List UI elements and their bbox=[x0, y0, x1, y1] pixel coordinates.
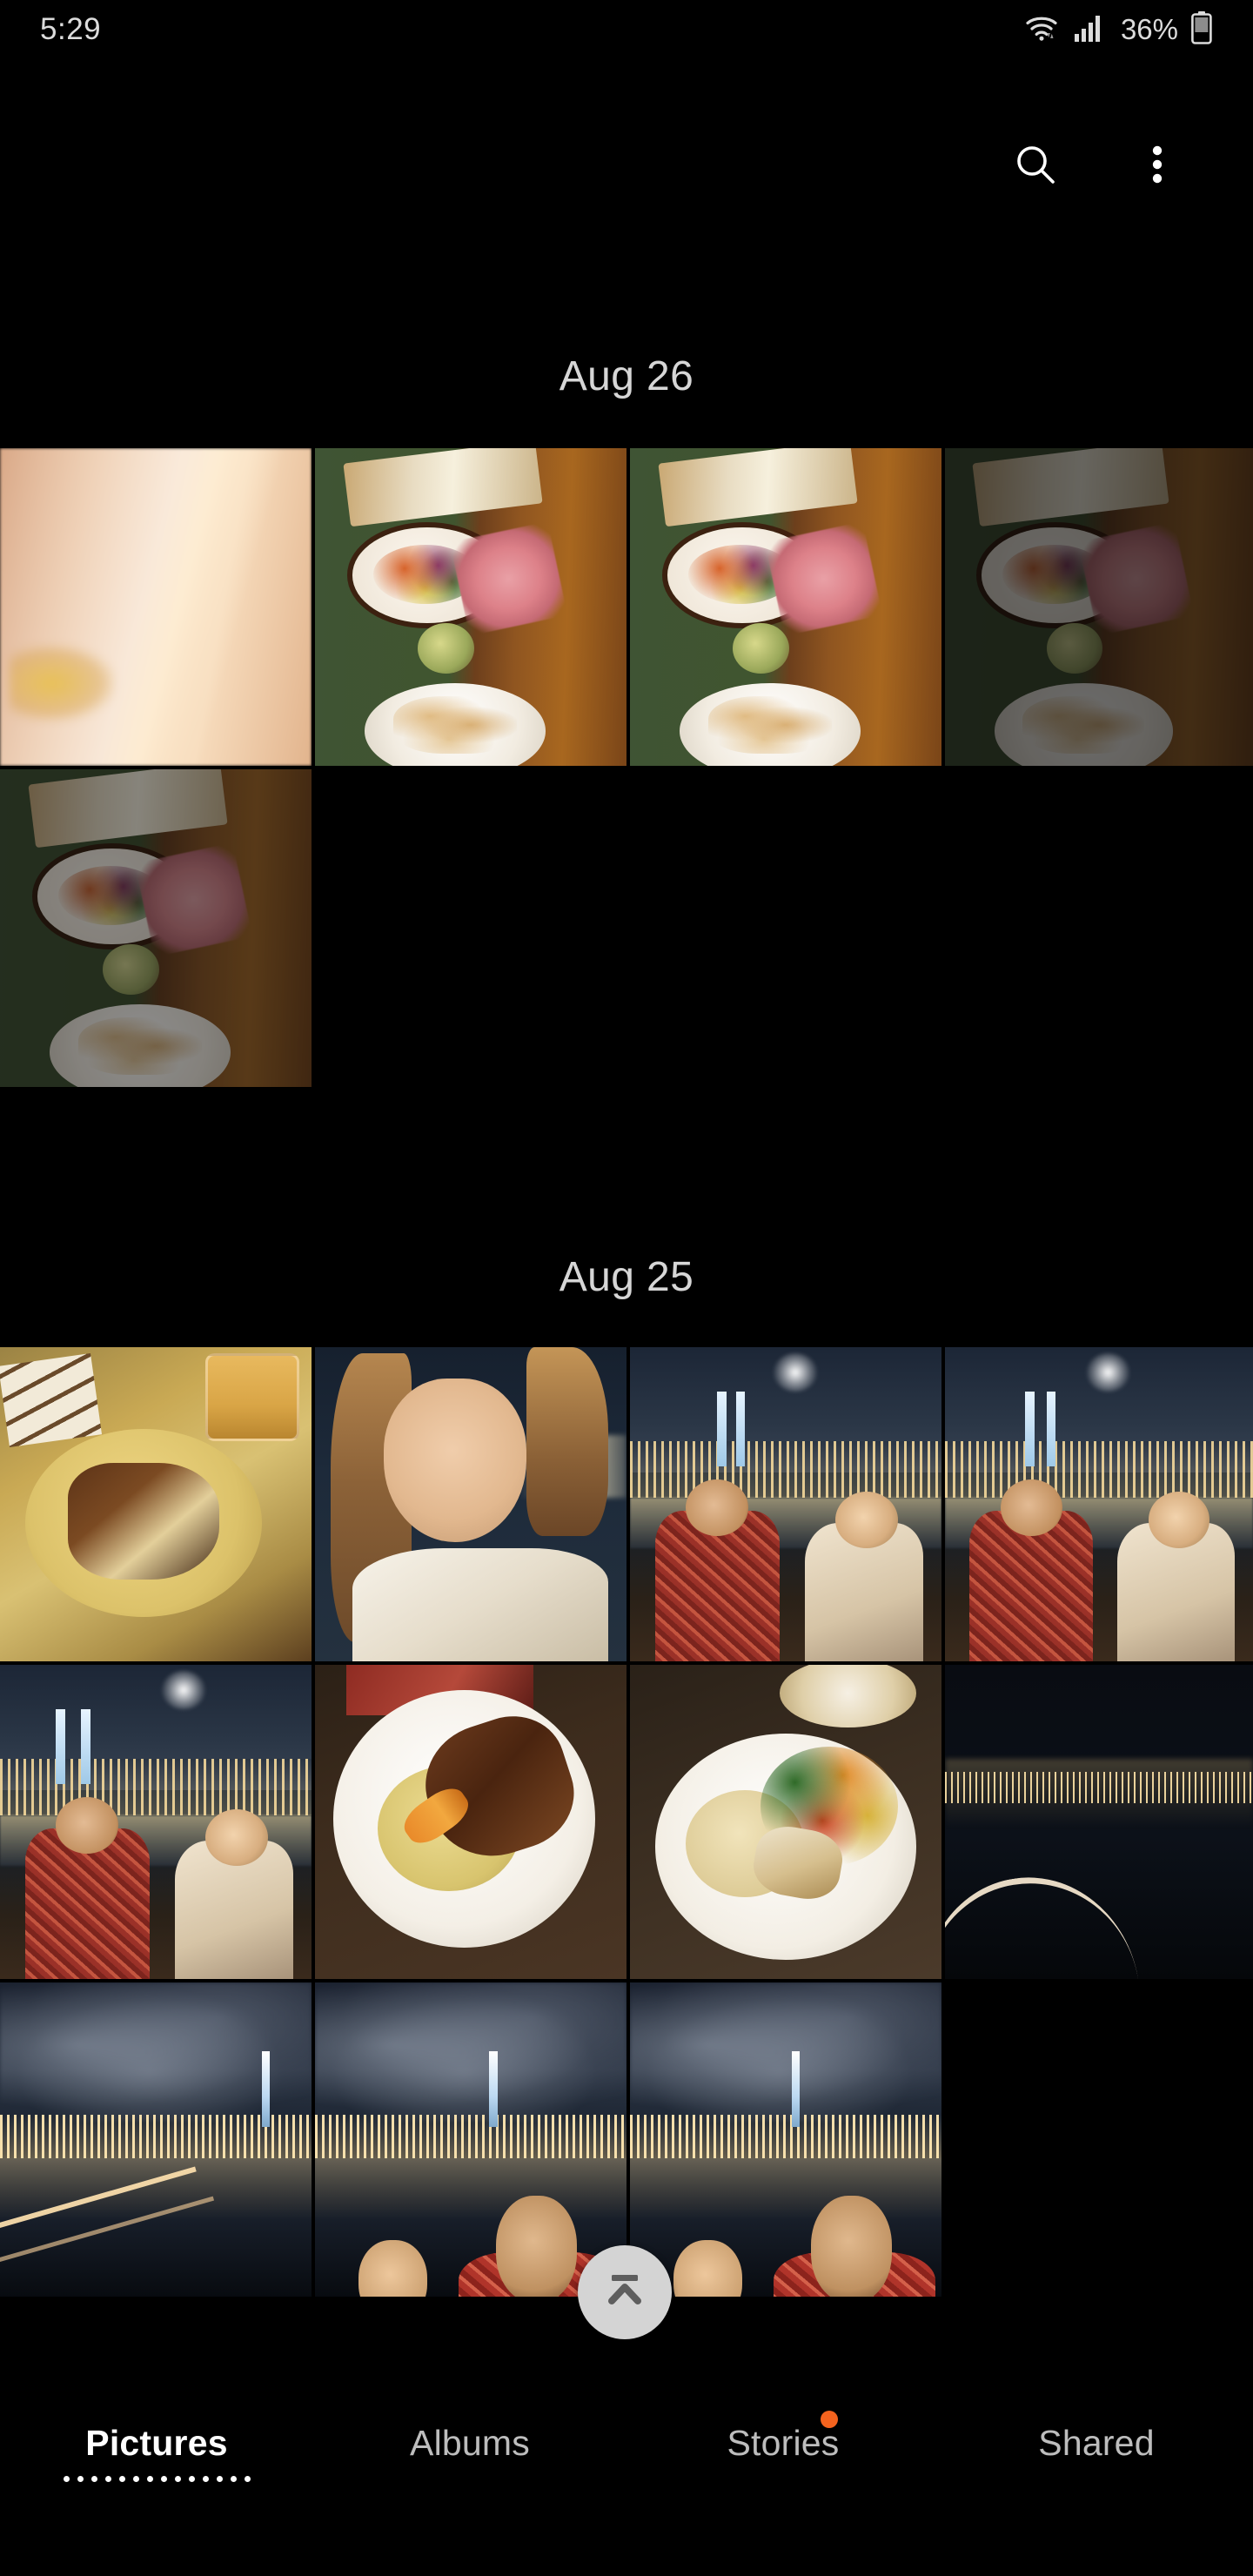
status-bar: 5:29 36% bbox=[0, 0, 1253, 59]
photo-thumbnail[interactable] bbox=[0, 448, 312, 766]
photo-grid-1 bbox=[0, 1347, 1253, 2304]
photo-image bbox=[630, 1347, 941, 1661]
status-icons: 36% bbox=[1025, 10, 1213, 49]
photo-image bbox=[315, 1347, 626, 1661]
nav-tab-albums-label: Albums bbox=[410, 2423, 530, 2463]
search-button[interactable] bbox=[979, 110, 1092, 223]
more-options-button[interactable] bbox=[1101, 110, 1214, 223]
photo-thumbnail[interactable] bbox=[630, 1982, 941, 2297]
wifi-icon bbox=[1025, 12, 1062, 48]
nav-tab-pictures[interactable]: Pictures bbox=[0, 2402, 313, 2482]
nav-tab-shared-label: Shared bbox=[1038, 2423, 1155, 2463]
photo-thumbnail[interactable] bbox=[630, 1665, 941, 1979]
status-time: 5:29 bbox=[40, 12, 102, 46]
date-header-1: Aug 25 bbox=[559, 1254, 694, 1300]
photo-thumbnail[interactable] bbox=[0, 769, 312, 1087]
photo-image bbox=[315, 1982, 626, 2297]
photo-thumbnail[interactable] bbox=[0, 1982, 312, 2297]
photo-thumbnail[interactable] bbox=[0, 1665, 312, 1979]
photo-thumbnail[interactable] bbox=[315, 1347, 626, 1661]
nav-tab-stories[interactable]: Stories bbox=[626, 2402, 940, 2464]
photo-thumbnail[interactable] bbox=[945, 1665, 1253, 1979]
nav-tab-albums[interactable]: Albums bbox=[313, 2402, 626, 2464]
scroll-to-top-button[interactable] bbox=[578, 2245, 672, 2339]
date-header-0: Aug 26 bbox=[559, 353, 694, 399]
bottom-navigation: Pictures Albums Stories Shared bbox=[0, 2385, 1253, 2576]
gallery-app: 5:29 36% Aug 26 Aug 25 Pictures Albums S… bbox=[0, 0, 1253, 2576]
action-bar bbox=[0, 110, 1253, 223]
photo-thumbnail[interactable] bbox=[315, 1665, 626, 1979]
cellular-signal-icon bbox=[1074, 13, 1103, 47]
photo-thumbnail[interactable] bbox=[630, 448, 941, 766]
photo-thumbnail[interactable] bbox=[945, 1347, 1253, 1661]
photo-image bbox=[0, 769, 312, 1087]
nav-tab-stories-label: Stories bbox=[727, 2423, 840, 2463]
photo-thumbnail[interactable] bbox=[945, 448, 1253, 766]
photo-image bbox=[945, 448, 1253, 766]
photo-image bbox=[0, 448, 312, 766]
battery-percent-label: 36% bbox=[1120, 13, 1178, 45]
more-vertical-icon[interactable] bbox=[1149, 140, 1165, 193]
active-tab-indicator bbox=[63, 2476, 251, 2482]
photo-grid-0 bbox=[0, 448, 1253, 1087]
photo-image bbox=[0, 1347, 312, 1661]
photo-image bbox=[0, 1665, 312, 1979]
battery-icon bbox=[1190, 10, 1213, 49]
photo-thumbnail[interactable] bbox=[630, 1347, 941, 1661]
scroll-to-top-icon[interactable] bbox=[600, 2268, 650, 2318]
photo-thumbnail[interactable] bbox=[315, 1982, 626, 2297]
nav-tab-pictures-label: Pictures bbox=[85, 2423, 228, 2463]
photo-image bbox=[315, 448, 626, 766]
photo-image bbox=[630, 1982, 941, 2297]
nav-tab-shared[interactable]: Shared bbox=[940, 2402, 1253, 2464]
photo-thumbnail[interactable] bbox=[315, 448, 626, 766]
photo-image bbox=[945, 1347, 1253, 1661]
photo-image bbox=[945, 1665, 1253, 1979]
photo-image bbox=[630, 448, 941, 766]
photo-image bbox=[315, 1665, 626, 1979]
photo-image bbox=[630, 1665, 941, 1979]
search-icon[interactable] bbox=[1011, 140, 1060, 193]
photo-image bbox=[0, 1982, 312, 2297]
photo-thumbnail[interactable] bbox=[0, 1347, 312, 1661]
